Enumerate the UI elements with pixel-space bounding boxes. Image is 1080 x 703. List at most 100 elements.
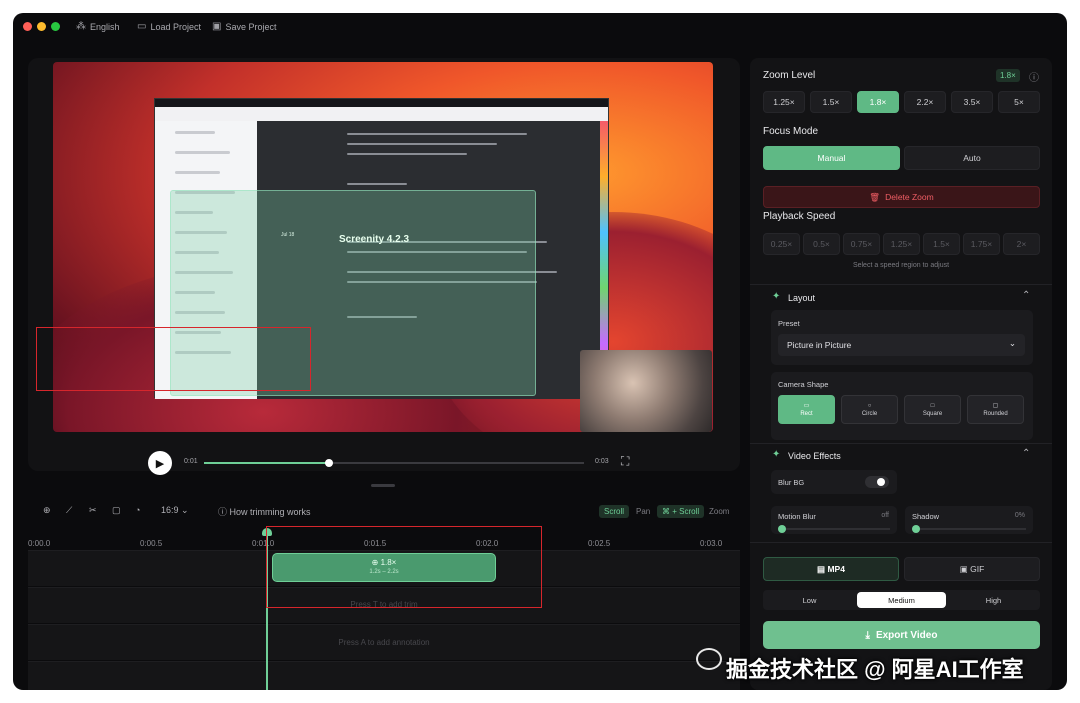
zoom-option[interactable]: 5× [998,91,1040,113]
chevron-down-icon: ⌄ [181,505,189,515]
timeline-toolbar: ⊕ ⟋ ✂ ▢ ◔ 16:9 ⌄ ⓘ How trimming works Sc… [28,501,740,523]
shadow-slider[interactable] [912,528,1026,530]
shape-label: Rounded [983,411,1008,417]
preset-label: Preset [778,319,800,328]
save-icon: ▣ [212,21,222,32]
trash-icon: 🗑 [869,191,881,202]
camera-shape-options: ▭ Rect ○ Circle □ Square ▢ Rounded [778,395,1024,424]
play-icon: ▶ [155,457,165,470]
zoom-in-icon[interactable]: ⊕ [43,505,51,516]
chevron-up-icon[interactable]: ⌃ [1022,448,1030,459]
quality-high-button[interactable]: High [949,592,1038,608]
format-gif-button[interactable]: ▣ GIF [904,557,1040,581]
highlight-box [266,526,542,608]
divider [750,542,1052,543]
motion-blur-knob[interactable] [778,525,786,533]
title-bar: ⁂ English ▭ Load Project ▣ Save Project [13,13,1067,41]
translate-icon: ⁂ [76,21,86,32]
recorded-doc-title: Screenity 4.2.3 [339,234,410,245]
extra-track[interactable] [28,661,740,690]
focus-auto-button[interactable]: Auto [904,146,1040,170]
film-icon: ▤ [817,563,826,574]
blur-bg-card: Blur BG [771,470,897,494]
recorded-doc-date: Jul 18 [281,232,295,238]
maximize-window-button[interactable] [51,22,60,31]
playback-controls: ▶ 0:01 0:03 ⛶ [148,451,629,479]
shadow-label: Shadow [912,512,940,521]
speed-icon[interactable]: ◔ [135,505,140,515]
preset-card: Preset Picture in Picture ⌄ [771,310,1033,365]
chevron-up-icon[interactable]: ⌃ [1022,290,1030,301]
annotation-icon[interactable]: ▢ [112,505,121,516]
load-project-button[interactable]: ▭ Load Project [137,21,201,32]
annotation-hint: Press A to add annotation [338,638,430,647]
camera-shape-card: Camera Shape ▭ Rect ○ Circle □ Square ▢ Roun… [771,372,1033,440]
zoom-option[interactable]: 1.25× [763,91,805,113]
shape-label: Square [922,410,943,417]
help-icon[interactable]: ⓘ [1029,69,1039,84]
chevron-down-icon: ⌄ [1008,338,1016,348]
ruler-tick: 0:02.5 [588,539,611,548]
zoom-option[interactable]: 2.2× [904,91,946,113]
quality-low-button[interactable]: Low [765,592,854,608]
shape-label: Rect [800,411,813,417]
preset-select[interactable]: Picture in Picture ⌄ [778,334,1025,356]
divider [750,284,1052,285]
delete-zoom-label: Delete Zoom [885,192,934,202]
speed-option[interactable]: 0.5× [803,233,840,255]
delete-zoom-button[interactable]: 🗑 Delete Zoom [763,186,1040,208]
aspect-ratio-select[interactable]: 16:9 ⌄ [161,505,189,516]
divider [750,443,1052,444]
square-icon: □ [930,402,935,409]
shape-rounded-button[interactable]: ▢ Rounded [967,395,1024,424]
play-button[interactable]: ▶ [148,451,172,475]
save-project-label: Save Project [225,21,277,32]
playback-knob[interactable] [325,459,334,467]
focus-manual-button[interactable]: Manual [763,146,900,170]
blur-bg-label: Blur BG [778,478,805,487]
save-project-button[interactable]: ▣ Save Project [212,21,276,32]
shape-circle-button[interactable]: ○ Circle [841,395,898,424]
recorded-menubar [155,99,608,107]
rect-icon: ▭ [803,403,810,409]
watermark-text: 掘金技术社区 @ 阿星AI工作室 [726,657,1024,682]
speed-option[interactable]: 2× [1003,233,1040,255]
motion-blur-value: off [881,512,889,519]
mp4-label: MP4 [827,564,845,574]
speed-option[interactable]: 0.75× [843,233,880,255]
zoom-option-selected[interactable]: 1.8× [857,91,899,113]
shadow-knob[interactable] [912,525,920,533]
speed-option[interactable]: 1.75× [963,233,1000,255]
zoom-level-title: Zoom Level [763,70,816,81]
quality-options: Low Medium High [763,590,1040,610]
motion-blur-slider[interactable] [778,528,890,530]
playback-scrubber[interactable] [204,459,584,467]
close-window-button[interactable] [23,22,32,31]
magic-wand-icon[interactable]: ⟋ [66,505,72,516]
resize-handle[interactable] [371,484,395,487]
folder-icon: ▭ [137,21,147,32]
camera-bubble[interactable] [580,350,712,432]
scroll-badge: Scroll [599,505,630,518]
language-button[interactable]: ⁂ English [76,21,120,32]
fullscreen-icon[interactable]: ⛶ [621,454,629,469]
playback-progress [204,462,330,464]
how-trimming-works-link[interactable]: ⓘ How trimming works [218,505,311,518]
shape-square-button[interactable]: □ Square [904,395,961,424]
settings-panel: Zoom Level 1.8× ⓘ 1.25× 1.5× 1.8× 2.2× 3… [36,58,1052,690]
export-video-label: Export Video [875,629,938,641]
camera-shape-label: Camera Shape [778,380,829,389]
export-video-button[interactable]: ⤓ Export Video [763,621,1040,649]
shape-rect-button[interactable]: ▭ Rect [778,395,835,424]
speed-option[interactable]: 1.5× [923,233,960,255]
minimize-window-button[interactable] [37,22,46,31]
scissors-icon[interactable]: ✂ [89,505,97,516]
format-mp4-button[interactable]: ▤ MP4 [763,557,899,581]
pan-label: Pan [636,507,651,516]
quality-medium-button[interactable]: Medium [857,592,946,608]
speed-option[interactable]: 0.25× [763,233,800,255]
zoom-option[interactable]: 1.5× [810,91,852,113]
zoom-option[interactable]: 3.5× [951,91,993,113]
blur-bg-toggle[interactable] [865,476,889,488]
speed-option[interactable]: 1.25× [883,233,920,255]
